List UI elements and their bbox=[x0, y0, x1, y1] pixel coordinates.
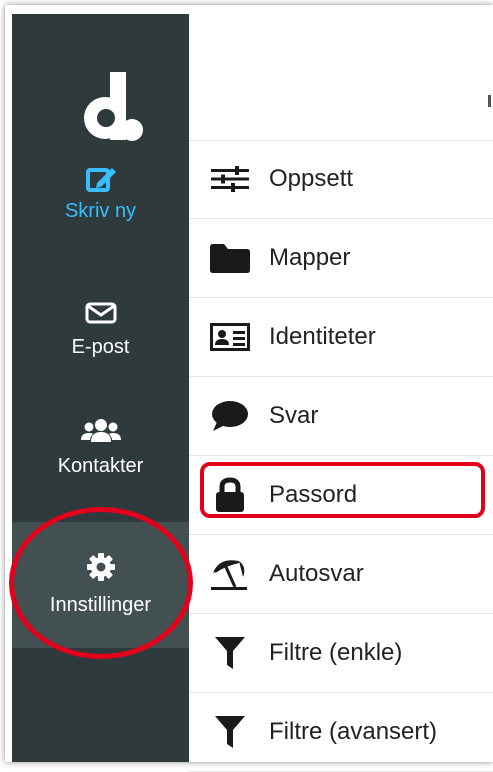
settings-item-autosvar[interactable]: Autosvar bbox=[189, 535, 493, 614]
settings-item-label: Oppsett bbox=[269, 165, 354, 192]
highlight-rectangle bbox=[200, 462, 485, 518]
highlight-circle bbox=[9, 507, 193, 659]
header-title-fragment bbox=[488, 95, 491, 107]
nav-compose-label: Skriv ny bbox=[64, 200, 137, 222]
users-icon bbox=[80, 419, 121, 442]
settings-item-label: Mapper bbox=[269, 244, 351, 271]
beach-umbrella-icon bbox=[209, 554, 251, 594]
folder-icon bbox=[209, 238, 251, 278]
settings-item-label: Identiteter bbox=[269, 323, 376, 350]
nav-contacts-label: Kontakter bbox=[57, 455, 144, 477]
mail-icon bbox=[85, 302, 116, 324]
settings-list: Oppsett Mapper Identiteter Svar Passord … bbox=[189, 140, 493, 772]
id-card-icon bbox=[209, 317, 251, 357]
settings-item-svar[interactable]: Svar bbox=[189, 377, 493, 456]
settings-item-oppsett[interactable]: Oppsett bbox=[189, 140, 493, 219]
settings-item-label: Svar bbox=[269, 402, 319, 429]
header bbox=[189, 14, 493, 141]
nav-email-label: E-post bbox=[71, 336, 130, 358]
settings-item-label: Filtre (enkle) bbox=[269, 639, 403, 666]
speech-bubble-icon bbox=[209, 396, 251, 436]
sliders-icon bbox=[209, 159, 251, 199]
filter-icon bbox=[209, 712, 251, 752]
nav-contacts[interactable]: Kontakter bbox=[12, 417, 189, 477]
settings-item-label: Filtre (avansert) bbox=[269, 718, 438, 745]
settings-item-identiteter[interactable]: Identiteter bbox=[189, 298, 493, 377]
logo-icon bbox=[84, 72, 143, 141]
settings-item-filtre-avansert[interactable]: Filtre (avansert) bbox=[189, 693, 493, 772]
settings-item-label: Autosvar bbox=[269, 560, 364, 587]
nav-email[interactable]: E-post bbox=[12, 302, 189, 358]
filter-icon bbox=[209, 633, 251, 673]
edit-icon bbox=[85, 168, 116, 192]
settings-item-filtre-enkle[interactable]: Filtre (enkle) bbox=[189, 614, 493, 693]
nav-compose[interactable]: Skriv ny bbox=[12, 164, 189, 222]
settings-item-mapper[interactable]: Mapper bbox=[189, 219, 493, 298]
